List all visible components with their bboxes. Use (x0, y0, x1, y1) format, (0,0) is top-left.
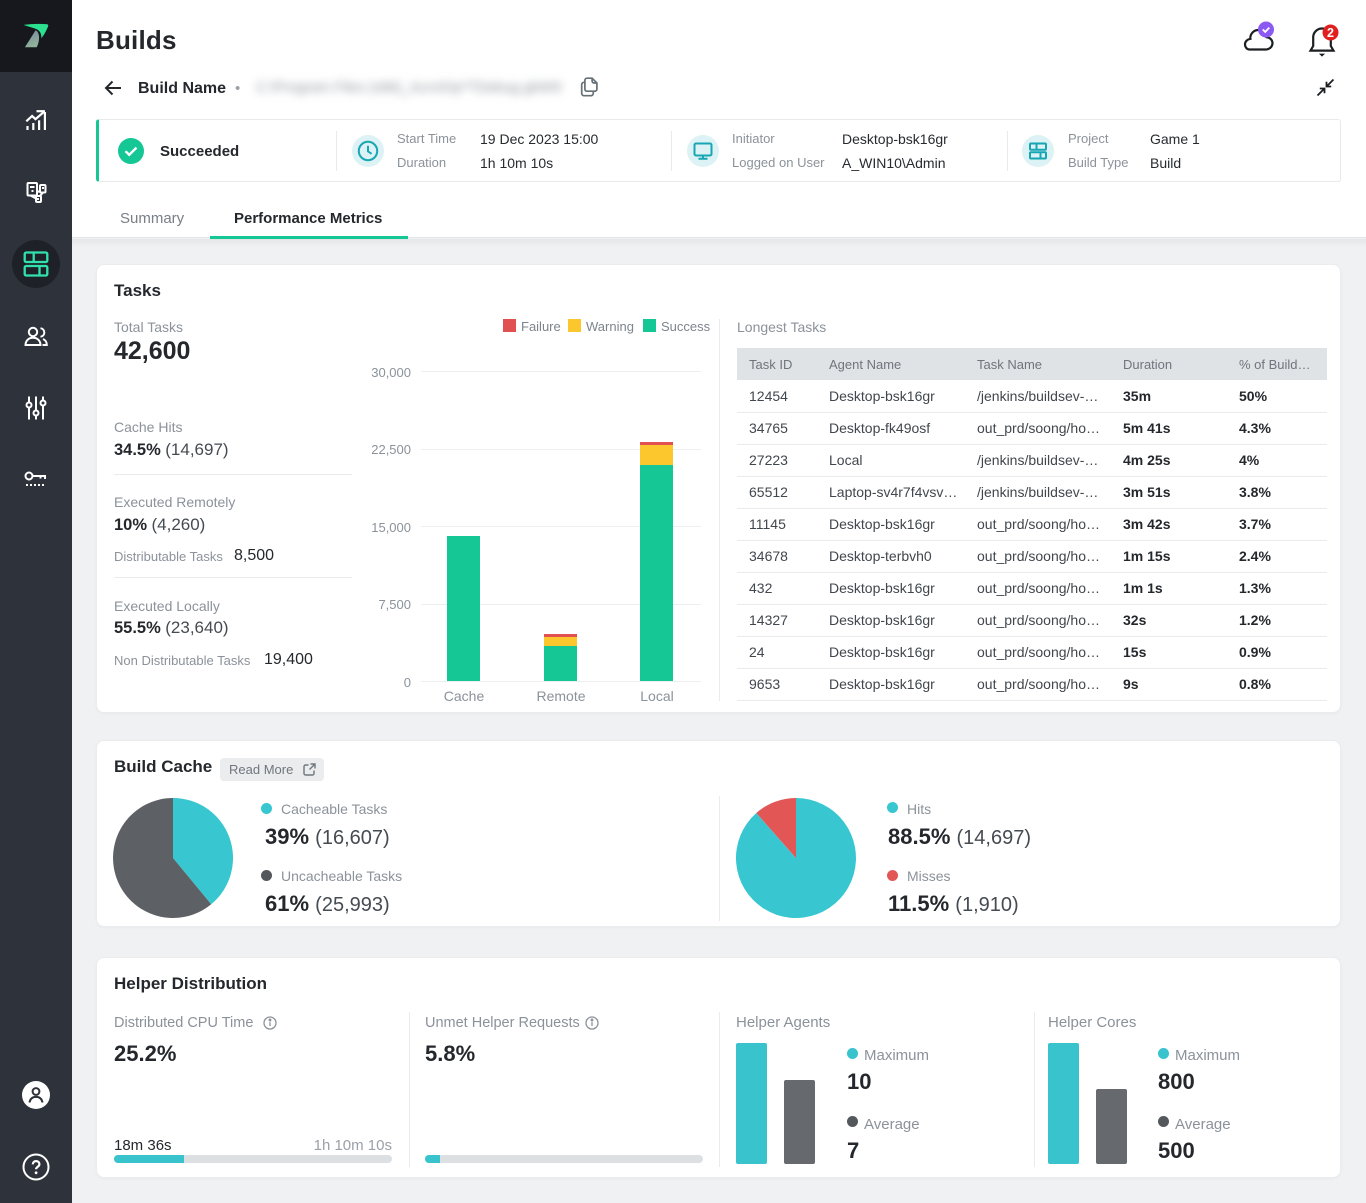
svg-text:2: 2 (1327, 26, 1334, 40)
